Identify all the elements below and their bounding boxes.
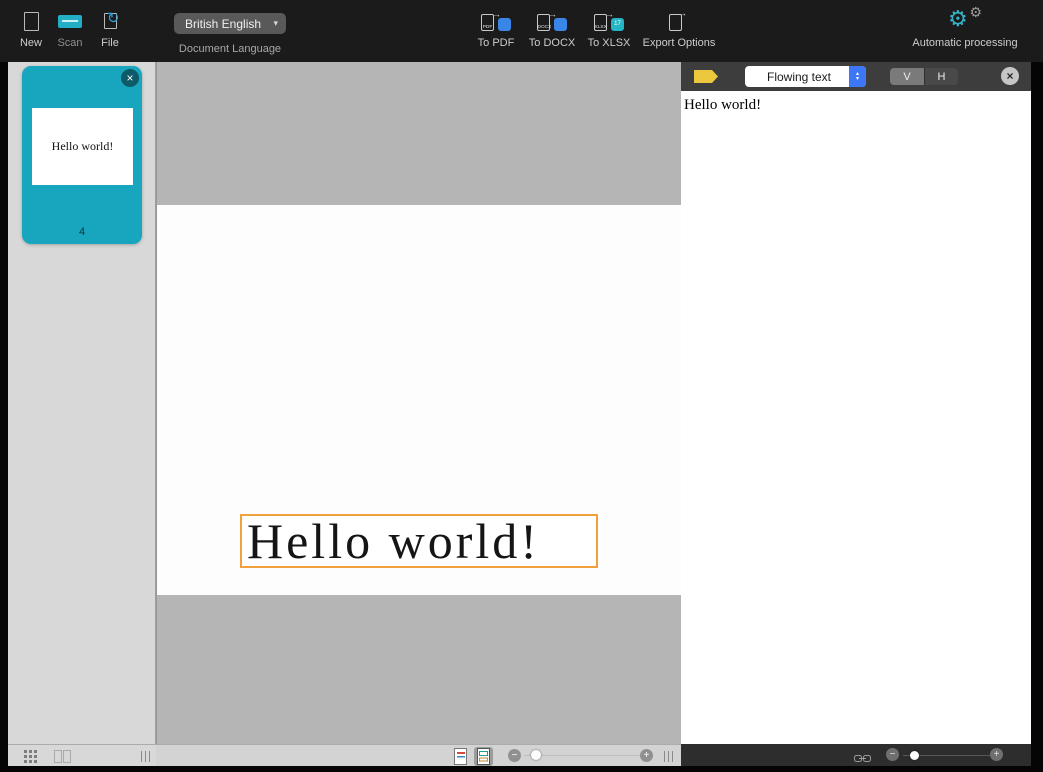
pdf-target-app-icon [498, 18, 511, 31]
text-zoom-out-button[interactable]: − [886, 748, 899, 761]
recognized-text: Hello world! [684, 97, 761, 113]
close-icon: × [126, 71, 133, 85]
scanner-icon [58, 15, 82, 28]
orientation-segmented-control: V H [890, 68, 958, 85]
automatic-processing-label: Automatic processing [912, 37, 1017, 49]
file-button-label: File [101, 37, 119, 49]
to-pdf-label: To PDF [478, 37, 515, 49]
xlsx-target-app-icon: 17 [611, 18, 624, 31]
document-language-caption: Document Language [158, 43, 302, 55]
new-page-icon [24, 12, 39, 31]
grid-view-icon [24, 750, 37, 763]
main-toolbar: New Scan ↻ File British English ▾ Docume… [0, 0, 1043, 62]
export-options-icon: → [669, 12, 689, 31]
text-zoom-in-button[interactable]: + [990, 748, 1003, 761]
zoom-out-icon: − [890, 749, 896, 760]
thumbnail-text: Hello world! [52, 139, 114, 154]
gears-icon: ⚙ ⚙ [948, 7, 982, 35]
close-icon: × [1006, 69, 1013, 83]
pages-panel-resize-handle[interactable] [141, 751, 150, 762]
text-zoom-slider-thumb[interactable] [910, 751, 919, 760]
docx-target-app-icon [554, 18, 567, 31]
caret-down-icon: ▾ [856, 77, 859, 82]
canvas-zoom-slider-thumb[interactable] [531, 750, 541, 760]
gear-gray-icon: ⚙ [969, 5, 982, 19]
fit-width-icon [854, 754, 871, 763]
file-page-icon: ↻ [104, 13, 117, 29]
zoom-in-icon: + [644, 750, 650, 761]
grid-view-button[interactable] [24, 750, 37, 763]
chevron-down-icon: ▾ [273, 18, 278, 29]
export-arrow-icon: → [548, 9, 557, 19]
text-selection-box[interactable]: Hello world! [240, 514, 598, 568]
export-arrow-icon: → [678, 8, 687, 18]
document-canvas[interactable]: Hello world! [156, 62, 681, 744]
app-window: New Scan ↻ File British English ▾ Docume… [0, 0, 1043, 772]
export-arrow-icon: → [605, 9, 614, 19]
to-docx-label: To DOCX [529, 37, 575, 49]
page-image-view-button[interactable] [452, 747, 469, 765]
export-options-label: Export Options [643, 37, 716, 49]
pages-sidebar: × Hello world! 4 [8, 62, 156, 744]
canvas-panel-resize-handle[interactable] [664, 751, 673, 762]
scan-button-label: Scan [57, 37, 82, 49]
pages-bottom-bar [8, 744, 156, 766]
to-xlsx-label: To XLSX [588, 37, 631, 49]
automatic-processing-button[interactable]: ⚙ ⚙ Automatic processing [900, 6, 1030, 49]
page-thumbnail[interactable]: × Hello world! 4 [22, 66, 142, 244]
export-options-button[interactable]: → Export Options [642, 6, 716, 49]
to-pdf-button[interactable]: PDF → To PDF [472, 6, 520, 49]
to-xlsx-button[interactable]: XLSX → 17 To XLSX [585, 6, 633, 49]
canvas-zoom-slider-track[interactable] [524, 755, 650, 756]
text-panel: Flowing text ▴ ▾ V H × Hello world! [681, 62, 1031, 744]
thumbnail-close-button[interactable]: × [121, 69, 139, 87]
document-language-value: British English [185, 17, 261, 31]
thumbnail-page-number: 4 [22, 226, 142, 238]
to-xlsx-icon: XLSX → 17 [594, 12, 624, 31]
canvas-zoom-in-button[interactable]: + [640, 749, 653, 762]
format-select[interactable]: Flowing text ▴ ▾ [745, 66, 866, 87]
detail-view-button[interactable] [54, 750, 71, 763]
file-import-arrow-icon: ↻ [107, 11, 120, 26]
to-pdf-icon: PDF → [481, 12, 511, 31]
detail-view-icon [54, 750, 71, 763]
orientation-horizontal-button[interactable]: H [924, 68, 958, 85]
document-text: Hello world! [247, 514, 540, 568]
document-language-select[interactable]: British English ▾ [174, 13, 286, 34]
select-stepper-icon: ▴ ▾ [849, 66, 866, 87]
orientation-vertical-button[interactable]: V [890, 68, 924, 85]
scan-button[interactable]: Scan [52, 6, 88, 49]
fit-width-button[interactable] [854, 751, 871, 760]
zoom-in-icon: + [994, 749, 1000, 760]
to-docx-button[interactable]: DOCX → To DOCX [528, 6, 576, 49]
text-panel-close-button[interactable]: × [1001, 67, 1019, 85]
text-panel-header: Flowing text ▴ ▾ V H × [681, 62, 1031, 91]
canvas-bottom-bar: − + [156, 744, 681, 766]
page-image-view-icon [453, 748, 468, 765]
text-format-tag-icon [694, 70, 718, 83]
gear-teal-icon: ⚙ [948, 8, 968, 30]
new-button[interactable]: New [14, 6, 48, 49]
document-page[interactable]: Hello world! [157, 205, 681, 595]
to-docx-icon: DOCX → [537, 12, 567, 31]
file-button[interactable]: ↻ File [92, 6, 128, 49]
text-bottom-bar: − + [681, 744, 1031, 766]
page-regions-view-button[interactable] [474, 747, 493, 766]
thumbnail-page-preview: Hello world! [32, 108, 133, 185]
export-arrow-icon: → [492, 9, 501, 19]
canvas-zoom-out-button[interactable]: − [508, 749, 521, 762]
zoom-out-icon: − [512, 750, 518, 761]
new-button-label: New [20, 37, 42, 49]
page-regions-view-icon [476, 748, 491, 765]
format-select-value: Flowing text [745, 70, 849, 84]
recognized-text-area[interactable]: Hello world! [681, 91, 1031, 744]
